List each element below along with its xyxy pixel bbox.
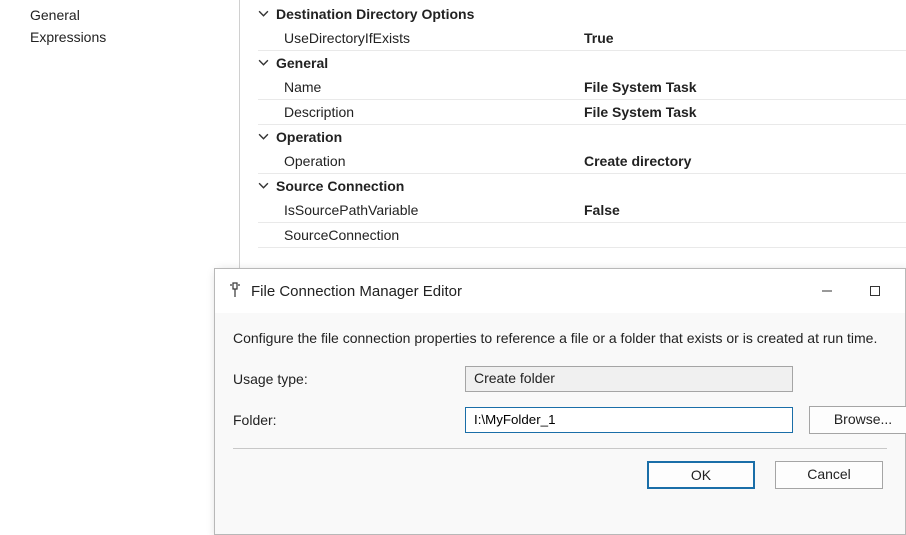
property-value: Create directory [584, 153, 691, 169]
property-value: False [584, 202, 620, 218]
divider [233, 448, 887, 449]
dialog-titlebar: File Connection Manager Editor [215, 269, 905, 313]
usage-type-label: Usage type: [233, 371, 465, 387]
folder-input[interactable] [465, 407, 793, 433]
group-operation[interactable]: Operation [258, 125, 906, 149]
property-name: Operation [284, 153, 584, 169]
minimize-button[interactable] [807, 277, 847, 305]
group-label: General [276, 55, 328, 71]
group-destination-directory-options[interactable]: Destination Directory Options [258, 2, 906, 26]
maximize-button[interactable] [855, 277, 895, 305]
property-row[interactable]: UseDirectoryIfExists True [258, 26, 906, 51]
sidebar-item-general[interactable]: General [30, 4, 239, 26]
property-name: Description [284, 104, 584, 120]
group-label: Destination Directory Options [276, 6, 474, 22]
group-source-connection[interactable]: Source Connection [258, 174, 906, 198]
group-general[interactable]: General [258, 51, 906, 75]
property-value: True [584, 30, 614, 46]
file-connection-manager-dialog: File Connection Manager Editor Configure… [214, 268, 906, 535]
dialog-title: File Connection Manager Editor [251, 283, 799, 300]
property-row[interactable]: IsSourcePathVariable False [258, 198, 906, 223]
cancel-button[interactable]: Cancel [775, 461, 883, 489]
property-row[interactable]: Description File System Task [258, 100, 906, 125]
dialog-description: Configure the file connection properties… [233, 329, 887, 348]
connection-icon [227, 282, 243, 301]
property-name: IsSourcePathVariable [284, 202, 584, 218]
sidebar: General Expressions [0, 0, 240, 535]
chevron-down-icon [258, 180, 270, 192]
usage-type-select[interactable]: Create folder [465, 366, 793, 392]
browse-button[interactable]: Browse... [809, 406, 906, 434]
property-row[interactable]: Operation Create directory [258, 149, 906, 174]
chevron-down-icon [258, 57, 270, 69]
property-row[interactable]: Name File System Task [258, 75, 906, 100]
property-name: UseDirectoryIfExists [284, 30, 584, 46]
sidebar-item-expressions[interactable]: Expressions [30, 26, 239, 48]
property-name: Name [284, 79, 584, 95]
property-value: File System Task [584, 79, 697, 95]
group-label: Source Connection [276, 178, 404, 194]
property-row[interactable]: SourceConnection [258, 223, 906, 248]
group-label: Operation [276, 129, 342, 145]
chevron-down-icon [258, 131, 270, 143]
ok-button[interactable]: OK [647, 461, 755, 489]
chevron-down-icon [258, 8, 270, 20]
folder-label: Folder: [233, 412, 465, 428]
property-value: File System Task [584, 104, 697, 120]
property-name: SourceConnection [284, 227, 584, 243]
